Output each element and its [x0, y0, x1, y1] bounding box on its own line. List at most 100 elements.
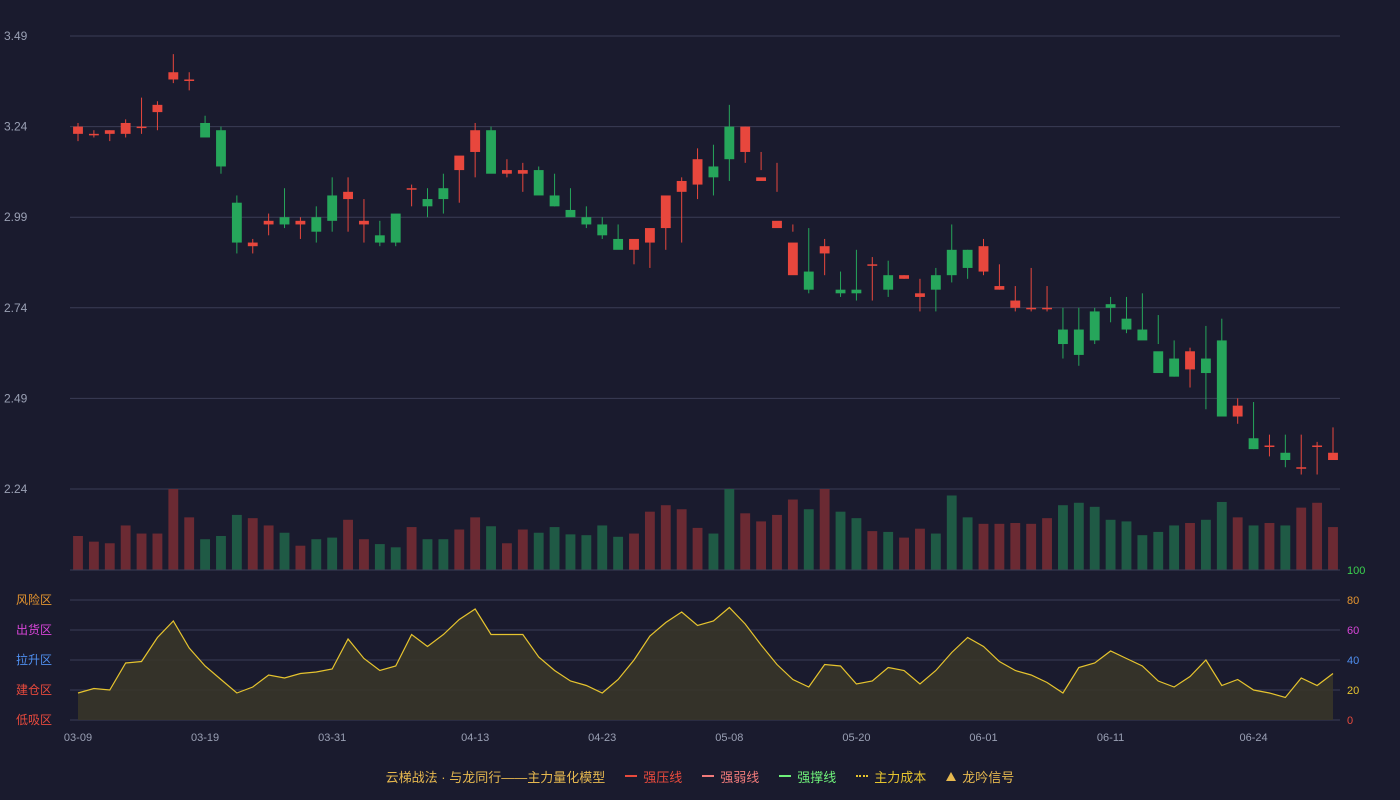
- candle-body: [978, 246, 989, 272]
- volume-bar: [724, 489, 735, 570]
- candle-body: [343, 191, 353, 200]
- volume-bar: [1185, 523, 1195, 570]
- quant-chart: 3.49 3.24 2.99 2.74 2.49 2.24 风险区出货区拉升区建仓区低吸区…: [4, 29, 1365, 744]
- volume-bar: [343, 519, 353, 570]
- date-tick-label: 05-20: [842, 732, 870, 744]
- oscillator-tick-label: 100: [1347, 565, 1365, 577]
- candle-body: [629, 238, 639, 250]
- volume-bar: [1026, 523, 1037, 570]
- legend-label: 主力成本: [874, 769, 927, 785]
- candle-body: [899, 275, 910, 279]
- candle-body: [1058, 329, 1068, 345]
- candle-body: [501, 170, 512, 174]
- candle-body: [915, 293, 925, 297]
- volume-bar: [406, 527, 417, 570]
- volume-bar: [740, 513, 751, 570]
- candle-body: [184, 79, 195, 81]
- date-axis-labels: 03-09 03-19 03-31 04-13 04-23 05-08 05-20 06-01…: [64, 732, 1268, 744]
- volume-bar: [565, 534, 576, 570]
- oscillator-tick-label: 80: [1347, 595, 1359, 607]
- candle-body: [231, 202, 242, 243]
- candle-body: [73, 126, 83, 134]
- oscillator-zone-labels: 风险区出货区拉升区建仓区低吸区: [16, 592, 52, 727]
- candle-body: [327, 195, 338, 221]
- legend-item-strong-pressure[interactable]: 强压线: [625, 767, 682, 786]
- candle-body: [756, 177, 767, 181]
- volume-bar: [978, 523, 989, 570]
- price-axis-labels: 3.49 3.24 2.99 2.74 2.49 2.24: [4, 29, 28, 496]
- volume-bar: [247, 518, 258, 570]
- oscillator-tick-label: 20: [1347, 685, 1359, 697]
- candle-body: [597, 224, 608, 236]
- candle-body: [88, 133, 99, 136]
- volume-bar: [692, 527, 703, 570]
- zone-label: 出货区: [16, 622, 52, 637]
- volume-bar: [311, 539, 322, 570]
- candle-body: [676, 180, 687, 192]
- candle-body: [1216, 340, 1227, 417]
- volume-bar: [899, 537, 910, 570]
- price-tick-label: 2.74: [4, 301, 28, 315]
- volume-bar: [359, 539, 369, 570]
- candle-body: [1280, 452, 1291, 461]
- legend-label: 强压线: [643, 769, 683, 785]
- volume-bar: [73, 535, 83, 570]
- volume-bar: [962, 517, 973, 570]
- legend-item-strength-line[interactable]: 强弱线: [702, 767, 759, 786]
- candle-body: [724, 126, 735, 160]
- volume-bar: [1153, 531, 1164, 570]
- volume-bar: [835, 511, 846, 570]
- candle-body: [1010, 300, 1021, 308]
- candle-body: [787, 242, 798, 276]
- candle-body: [1042, 307, 1052, 310]
- candle-body: [1312, 445, 1323, 448]
- candle-body: [740, 126, 751, 152]
- legend-title-text: 云梯战法 · 与龙同行——主力量化模型: [385, 769, 606, 785]
- candle-body: [200, 122, 211, 138]
- volume-bar: [946, 495, 957, 570]
- candle-body: [247, 242, 258, 247]
- legend-item-main-cost[interactable]: 主力成本: [856, 767, 926, 786]
- date-tick-label: 04-23: [588, 732, 616, 744]
- volume-bar: [263, 525, 274, 570]
- volume-bar: [581, 535, 592, 570]
- volume-bar: [756, 521, 767, 570]
- date-tick-label: 06-01: [969, 732, 997, 744]
- candle-body: [883, 275, 894, 290]
- candle-body: [406, 188, 417, 190]
- volume-bar: [216, 535, 226, 570]
- volume-bar: [88, 541, 99, 570]
- volume-bar: [883, 531, 894, 570]
- legend-item-dragon-signal[interactable]: 龙吟信号: [946, 767, 1014, 786]
- date-tick-label: 03-31: [318, 732, 346, 744]
- volume-bar: [1169, 525, 1180, 570]
- candle-body: [946, 249, 957, 276]
- volume-series: [70, 489, 1340, 571]
- chart-legend: 云梯战法 · 与龙同行——主力量化模型 强压线 强弱线 强撑线 主力成本 龙吟信…: [0, 764, 1400, 788]
- volume-bar: [1280, 525, 1291, 570]
- volume-bar: [454, 529, 465, 570]
- volume-bar: [1232, 517, 1243, 570]
- volume-bar: [470, 517, 481, 570]
- volume-bar: [1042, 518, 1052, 570]
- candle-body: [533, 170, 544, 196]
- volume-bar: [1058, 505, 1068, 570]
- oscillator-axis-labels: 100 80 60 40 20 0: [1347, 565, 1365, 727]
- candle-body: [835, 289, 846, 294]
- volume-bar: [1216, 501, 1227, 570]
- price-grid: [70, 35, 1340, 490]
- volume-bar: [390, 547, 401, 570]
- price-tick-label: 3.49: [4, 29, 28, 43]
- volume-bar: [327, 537, 338, 570]
- volume-bar: [501, 543, 512, 570]
- legend-item-strong-support[interactable]: 强撑线: [779, 767, 836, 786]
- oscillator-area: [78, 607, 1333, 720]
- solid-line-icon: [625, 775, 638, 777]
- candle-body: [168, 72, 179, 80]
- candle-body: [470, 130, 481, 152]
- candle-body: [1248, 438, 1259, 450]
- candle-body: [359, 220, 369, 225]
- date-tick-label: 03-09: [64, 732, 92, 744]
- volume-bar: [279, 532, 290, 570]
- date-tick-label: 05-08: [715, 732, 743, 744]
